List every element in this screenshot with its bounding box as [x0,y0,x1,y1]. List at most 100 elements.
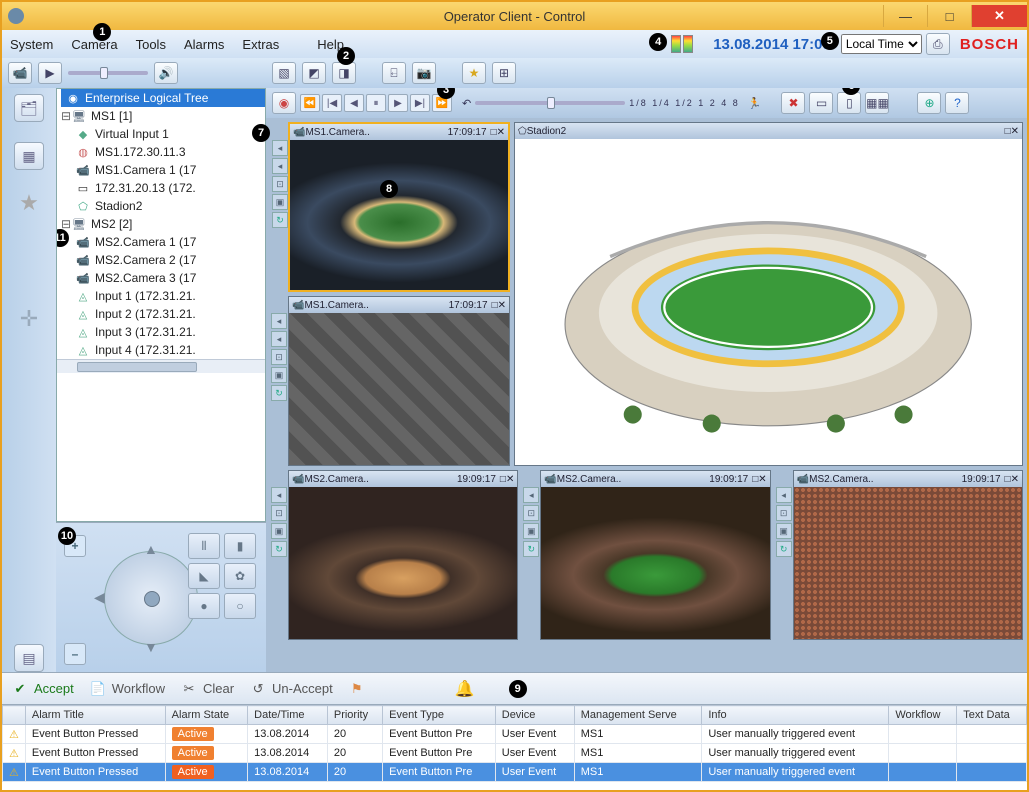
cam-tool-icon[interactable]: ⊡ [523,505,539,521]
sequence-icon[interactable]: ⊞ [492,62,516,84]
volume-slider[interactable] [68,71,148,75]
cam-tool-icon[interactable]: ▣ [523,523,539,539]
live-mode-icon[interactable]: 📹 [8,62,32,84]
col-td[interactable]: Text Data [957,706,1027,725]
rail-compass-icon[interactable]: ✛ [20,306,38,332]
cam-tool-icon[interactable]: ↻ [272,212,288,228]
camera-pane-5[interactable]: ◂⊡▣↻ 📹MS2.Camera..19:09:17□✕ [793,470,1023,640]
image-tool-3-icon[interactable]: ◨2 [332,62,356,84]
cam-tool-icon[interactable]: ↻ [776,541,792,557]
cam-tool-icon[interactable]: ▣ [271,523,287,539]
unaccept-button[interactable]: ↺Un-Accept [248,679,333,699]
image-tool-2-icon[interactable]: ◩ [302,62,326,84]
tree-ms2[interactable]: ⊟🖥MS2 [2] [61,215,265,233]
cam-tool-icon[interactable]: ▣ [272,194,288,210]
col-title[interactable]: Alarm Title [25,706,165,725]
speaker-icon[interactable]: 🔊 [154,62,178,84]
alarm-row[interactable]: ⚠ Event Button Pressed Active 13.08.2014… [3,725,1027,744]
col-info[interactable]: Info [702,706,889,725]
play-back-icon[interactable]: ◀ [344,94,364,112]
tree-item[interactable]: ◬Input 1 (172.31.21. [75,287,265,305]
tree-item[interactable]: 📹MS2.Camera 2 (17 [75,251,265,269]
rail-favorites-icon[interactable]: ★ [19,190,39,216]
rail-log-icon[interactable]: ▤ [14,644,44,672]
forward-fast-icon[interactable]: ⏩3 [432,94,452,112]
cam-tool-icon[interactable]: ⊡ [776,505,792,521]
timezone-select[interactable]: Local Time [841,34,922,54]
cam-tool-icon[interactable]: ◂ [776,487,792,503]
bookmark-icon[interactable]: ★ [462,62,486,84]
rail-map-icon[interactable]: ▦ [14,142,44,170]
cam-tool-icon[interactable]: ↻ [523,541,539,557]
ptz-center-icon[interactable] [144,591,160,607]
speed-slider[interactable] [475,101,625,105]
image-tool-1-icon[interactable]: ▧ [272,62,296,84]
menu-alarms[interactable]: Alarms [184,37,224,52]
tree-item[interactable]: ◬Input 3 (172.31.21. [75,323,265,341]
col-ms[interactable]: Management Serve [574,706,702,725]
layout-2-icon[interactable]: ▯6 [837,92,861,114]
layout-grid-icon[interactable]: ▦▦ [865,92,889,114]
ptz-preset-2[interactable]: ▮ [224,533,256,559]
cam-tool-icon[interactable]: ◂ [271,313,287,329]
ptz-preset-3[interactable]: ◣ [188,563,220,589]
tree-item[interactable]: ◬Input 2 (172.31.21. [75,305,265,323]
layout-1-icon[interactable]: ▭ [809,92,833,114]
tree-root[interactable]: ◉Enterprise Logical Tree [61,89,265,107]
tree-item[interactable]: ◍MS1.172.30.11.3 [75,143,265,161]
clear-button[interactable]: ✂Clear [179,679,234,699]
pane-close-icon[interactable]: ✕ [497,127,505,138]
device-tree[interactable]: 11 ◉Enterprise Logical Tree ⊟🖥MS1 [1] ◆V… [56,88,266,522]
cam-tool-icon[interactable]: ⊡ [271,349,287,365]
menu-tools[interactable]: Tools [136,37,166,52]
camera-pane-map[interactable]: ⬠Stadion2□✕ [514,122,1023,466]
snapshot-icon[interactable]: 📷 [412,62,436,84]
cam-tool-icon[interactable]: ◂ [272,158,288,174]
delete-icon[interactable]: ✖ [781,92,805,114]
camera-pane-2[interactable]: ◂◂⊡▣↻ 📹MS1.Camera..17:09:17□✕ [288,296,510,466]
cam-tool-icon[interactable]: ↻ [271,385,287,401]
export-icon[interactable]: ⍇ [382,62,406,84]
tree-item[interactable]: ◆Virtual Input 1 [75,125,265,143]
print-icon[interactable]: ⎙ [926,33,950,55]
menu-system[interactable]: System [10,37,53,52]
cam-tool-icon[interactable]: ↻ [271,541,287,557]
step-fwd-icon[interactable]: ▶| [410,94,430,112]
pane-close-icon[interactable]: ✕ [1011,126,1019,137]
cam-tool-icon[interactable]: ⊡ [272,176,288,192]
close-button[interactable]: ✕ [971,5,1027,27]
alarm-doc-button[interactable]: ⚑ [347,679,367,699]
bell-icon[interactable]: 🔔 [455,679,475,699]
cam-tool-icon[interactable]: ▣ [776,523,792,539]
cam-tool-icon[interactable]: ◂ [523,487,539,503]
add-pane-icon[interactable]: ⊕ [917,92,941,114]
col-wf[interactable]: Workflow [889,706,957,725]
tree-item[interactable]: 📹MS2.Camera 1 (17 [75,233,265,251]
camera-pane-1[interactable]: ◂◂⊡▣↻ 📹MS1.Camera..17:09:17□✕ 8 [288,122,510,292]
camera-pane-4[interactable]: ◂⊡▣↻ 📹MS2.Camera..19:09:17□✕ [540,470,770,640]
menu-extras[interactable]: Extras [242,37,279,52]
alarm-row[interactable]: ⚠ Event Button Pressed Active 13.08.2014… [3,744,1027,763]
rec-icon[interactable]: ◉ [272,92,296,114]
col-dt[interactable]: Date/Time [248,706,328,725]
accept-button[interactable]: ✔Accept [10,679,74,699]
help-icon[interactable]: ? [945,92,969,114]
col-dev[interactable]: Device [495,706,574,725]
rewind-fast-icon[interactable]: ⏪ [300,94,320,112]
tree-item[interactable]: ▭172.31.20.13 (172. [75,179,265,197]
pause-icon[interactable]: ⏸ [366,94,386,112]
alarm-row[interactable]: ⚠ Event Button Pressed Active 13.08.2014… [3,763,1027,782]
cam-tool-icon[interactable]: ◂ [271,487,287,503]
tree-scrollbar[interactable] [57,359,265,373]
cam-tool-icon[interactable]: ◂ [271,331,287,347]
rail-tree-icon[interactable]: 🗂 [14,94,44,122]
minimize-button[interactable]: — [883,5,927,27]
tree-ms1[interactable]: ⊟🖥MS1 [1] [61,107,265,125]
workflow-button[interactable]: 📄Workflow [88,679,165,699]
maximize-button[interactable]: □ [927,5,971,27]
ptz-preset-4[interactable]: ✿ [224,563,256,589]
tree-item[interactable]: 📹MS2.Camera 3 (17 [75,269,265,287]
tree-item[interactable]: 📹MS1.Camera 1 (17 [75,161,265,179]
pane-close-icon[interactable]: ✕ [758,474,766,485]
cam-tool-icon[interactable]: ▣ [271,367,287,383]
